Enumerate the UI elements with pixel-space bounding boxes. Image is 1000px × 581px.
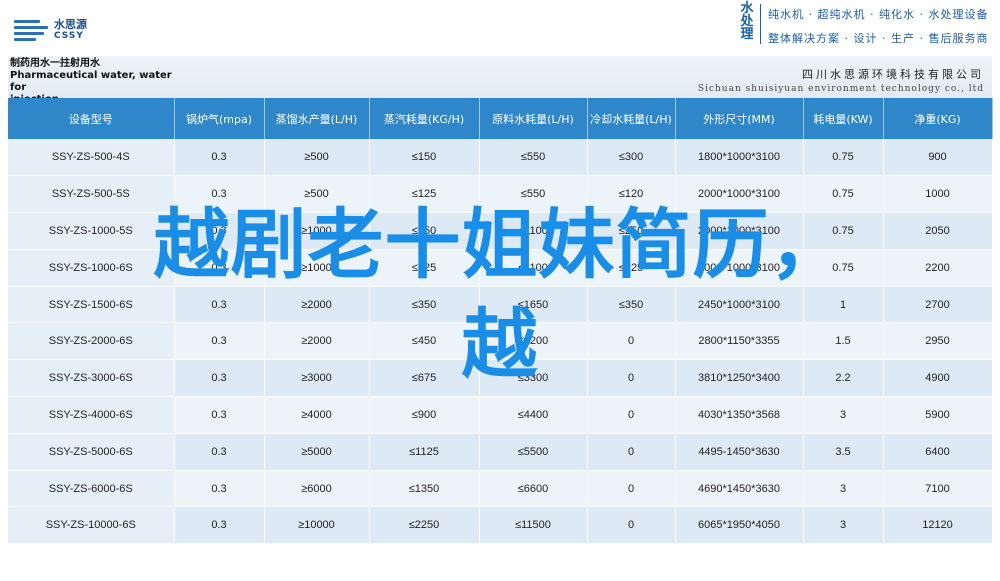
table-cell: ≤300 — [587, 139, 676, 177]
table-cell: 0 — [587, 396, 676, 434]
product-title-line: 制药用水一拄射用水 — [10, 58, 100, 69]
column-header: 锅炉气(mpa) — [174, 98, 265, 139]
table-cell: 3 — [803, 396, 884, 434]
table-cell: 3 — [803, 470, 884, 508]
table-row: SSY-ZS-10000-6S 0.3 ≥10000 ≤2250 ≤11500 0 6065… — [8, 506, 993, 545]
table-cell: 0.75 — [803, 139, 884, 177]
table-cell: ≥500 — [264, 139, 370, 177]
table-cell: 6065*1950*4050 — [675, 506, 804, 545]
table-cell: 4690*1450*3630 — [675, 470, 804, 508]
table-row: SSY-ZS-5000-6S 0.3 ≥5000 ≤1125 ≤5500 0 4495-14… — [8, 433, 993, 471]
table-cell: ≤6600 — [479, 470, 588, 508]
table-cell: 3.5 — [803, 433, 884, 471]
overlay-title: 越剧老十姐妹简历， 越 — [0, 198, 1000, 392]
brand-divider — [760, 4, 761, 44]
column-header: 蒸汽耗量(KG/H) — [369, 98, 480, 139]
table-cell: 0 — [587, 470, 676, 508]
logo-en-text: CSSY — [54, 31, 84, 41]
table-row: SSY-ZS-4000-6S 0.3 ≥4000 ≤900 ≤4400 0 4030*135… — [8, 396, 993, 434]
table-cell: ≥10000 — [264, 506, 370, 545]
table-cell: 5900 — [883, 396, 993, 434]
brand-vertical-label: 水 处 理 — [738, 2, 756, 41]
logo-cn-text: 水思源 — [54, 18, 87, 31]
column-header: 原料水耗量(L/H) — [479, 98, 588, 139]
table-cell: 0.3 — [174, 506, 265, 545]
overlay-title-line-1: 越剧老十姐妹简历， — [153, 200, 847, 289]
column-header: 耗电量(KW) — [803, 98, 884, 139]
company-name: 四川水思源环境科技有限公司 Sichuan shuisiyuan environ… — [698, 66, 984, 94]
table-cell: 0 — [587, 433, 676, 471]
company-name-cn: 四川水思源环境科技有限公司 — [802, 68, 984, 81]
water-logo-icon — [14, 14, 50, 46]
table-cell: ≤1125 — [369, 433, 480, 471]
table-header-row: 设备型号 锅炉气(mpa) 蒸馏水产量(L/H) 蒸汽耗量(KG/H) 原料水耗量(L/… — [8, 98, 993, 139]
overlay-title-line-2: 越 — [461, 300, 539, 389]
table-cell: ≤1350 — [369, 470, 480, 508]
table-cell: 4495-1450*3630 — [675, 433, 804, 471]
table-cell: 4030*1350*3568 — [675, 396, 804, 434]
table-cell: 0.3 — [174, 396, 265, 434]
company-name-en: Sichuan shuisiyuan environment technolog… — [697, 84, 984, 94]
table-cell: ≤11500 — [479, 506, 588, 545]
table-cell: 0.3 — [174, 139, 265, 177]
table-cell: 0 — [587, 506, 676, 545]
brand-line-1: 纯水机 · 超纯水机 · 纯化水 · 水处理设备 — [768, 8, 989, 21]
company-logo: 水思源 CSSY — [14, 14, 104, 46]
table-cell: 12120 — [883, 506, 993, 545]
product-title-line: Pharmaceutical water, water for — [10, 70, 172, 93]
product-title: 制药用水一拄射用水 Pharmaceutical water, water fo… — [8, 56, 174, 105]
table-cell: ≤900 — [369, 396, 480, 434]
brand-line-2: 整体解决方案 · 设计 · 生产 · 售后服务商 — [768, 32, 989, 45]
brand-vertical-char: 理 — [740, 27, 754, 42]
table-cell: ≥4000 — [264, 396, 370, 434]
table-row: SSY-ZS-6000-6S 0.3 ≥6000 ≤1350 ≤6600 0 4690*14… — [8, 470, 993, 508]
table-cell: ≤4400 — [479, 396, 588, 434]
table-cell: 6400 — [883, 433, 993, 471]
brand-slogan: 水 处 理 纯水机 · 超纯水机 · 纯化水 · 水处理设备 整体解决方案 · … — [738, 2, 987, 48]
table-cell: ≥6000 — [264, 470, 370, 508]
table-cell: ≤5500 — [479, 433, 588, 471]
table-cell: 7100 — [883, 470, 993, 508]
table-row: SSY-ZS-500-4S 0.3 ≥500 ≤150 ≤550 ≤300 1800*100… — [8, 139, 993, 177]
table-cell: SSY-ZS-5000-6S — [8, 433, 175, 471]
table-cell: 3 — [803, 506, 884, 545]
product-band: 制药用水一拄射用水 Pharmaceutical water, water fo… — [8, 56, 992, 105]
table-cell: SSY-ZS-4000-6S — [8, 396, 175, 434]
table-cell: 0.3 — [174, 433, 265, 471]
table-cell: 0.3 — [174, 470, 265, 508]
column-header: 冷却水耗量(L/H) — [587, 98, 676, 139]
table-cell: SSY-ZS-10000-6S — [8, 506, 175, 545]
column-header: 外形尺寸(MM) — [675, 98, 804, 139]
table-cell: 1800*1000*3100 — [675, 139, 804, 177]
table-cell: ≥5000 — [264, 433, 370, 471]
table-cell: ≤550 — [479, 139, 588, 177]
table-cell: 900 — [883, 139, 993, 177]
table-cell: ≤2250 — [369, 506, 480, 545]
column-header: 蒸馏水产量(L/H) — [264, 98, 370, 139]
column-header: 净重(KG) — [883, 98, 993, 139]
table-cell: ≤150 — [369, 139, 480, 177]
table-cell: SSY-ZS-6000-6S — [8, 470, 175, 508]
table-cell: SSY-ZS-500-4S — [8, 139, 175, 177]
column-header: 设备型号 — [8, 98, 175, 139]
page-header: 水思源 CSSY 水 处 理 纯水机 · 超纯水机 · 纯化水 · 水处理设备 … — [0, 0, 1000, 56]
